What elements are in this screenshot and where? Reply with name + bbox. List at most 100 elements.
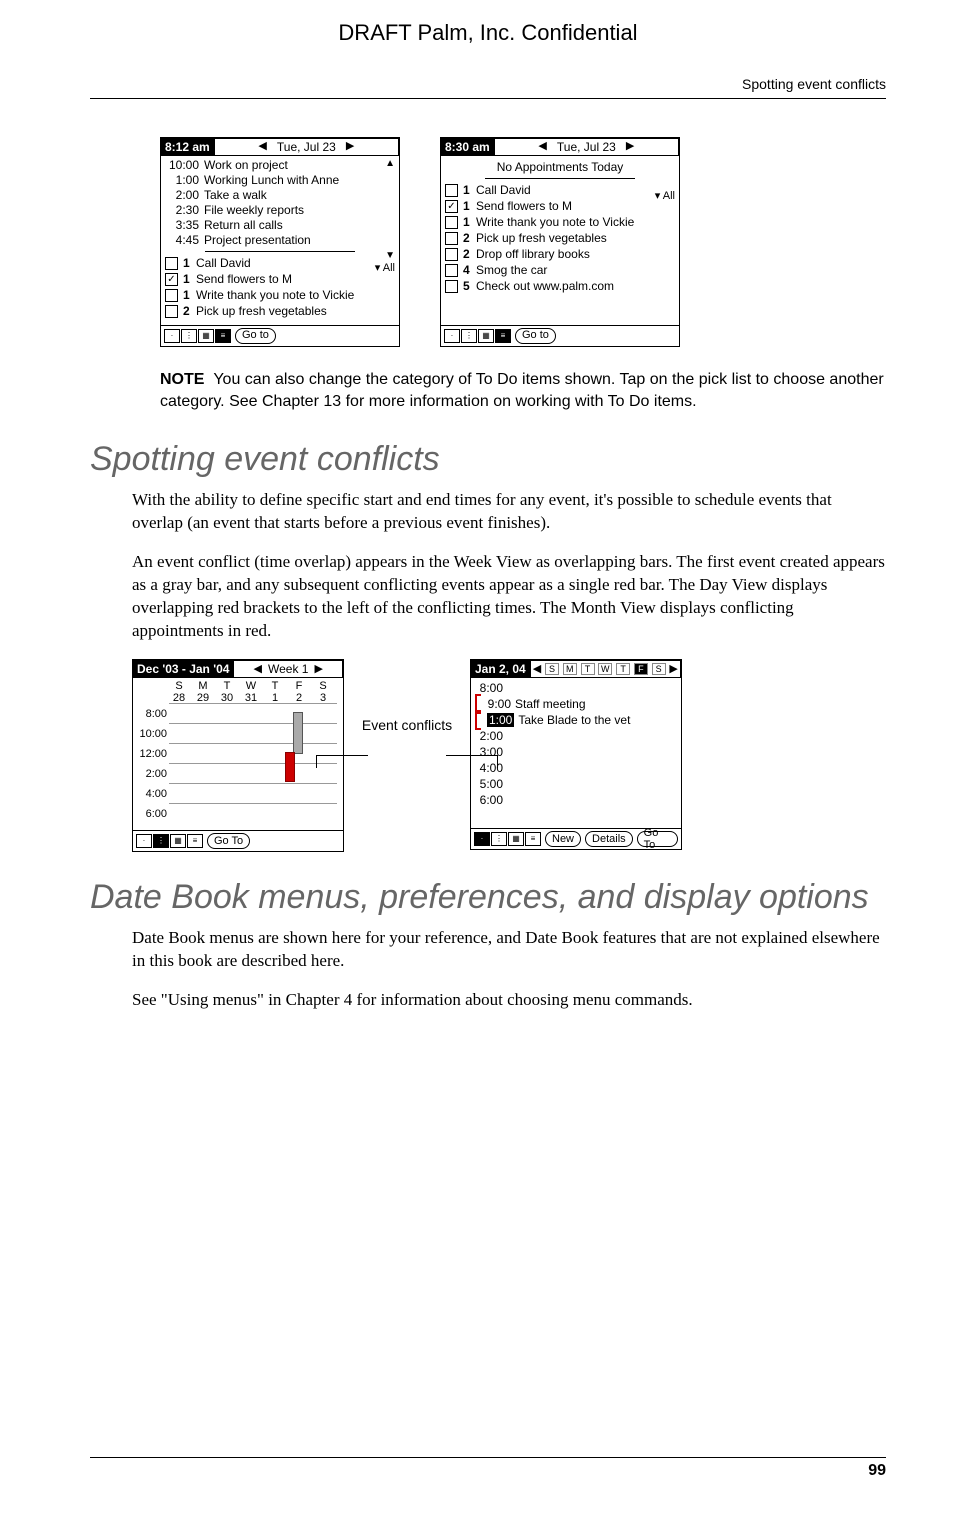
chapter-link[interactable]: Chapter 4 <box>286 990 353 1009</box>
dow-strip[interactable]: ◀ S M T W T F S ▶ <box>530 660 681 678</box>
date-label: 30 <box>215 692 239 704</box>
checkbox-icon[interactable] <box>165 289 178 302</box>
checkbox-icon[interactable] <box>165 305 178 318</box>
day-view-icon[interactable]: · <box>444 329 460 343</box>
dow-button[interactable]: S <box>652 663 666 675</box>
todo-item[interactable]: 2Pick up fresh vegetables <box>445 231 675 246</box>
scroll-up-icon[interactable]: ▲ <box>385 158 395 171</box>
agenda-view-icon[interactable]: ≡ <box>495 329 511 343</box>
current-date: Tue, Jul 23 <box>277 140 336 155</box>
agenda-view-icon[interactable]: ≡ <box>187 834 203 848</box>
week-view-icon[interactable]: ⋮ <box>153 834 169 848</box>
todo-item[interactable]: 1Call David <box>445 183 675 198</box>
date-label: 31 <box>239 692 263 704</box>
month-view-icon[interactable]: ▦ <box>170 834 186 848</box>
category-picker[interactable]: ▾ All <box>655 190 675 204</box>
week-view-icon[interactable]: ⋮ <box>181 329 197 343</box>
appt-time: 2:30 <box>165 203 199 218</box>
todo-item[interactable]: ✓1Send flowers to M <box>165 272 395 287</box>
appt-text[interactable]: Work on project <box>204 158 288 173</box>
priority: 1 <box>183 272 191 287</box>
next-day-icon[interactable]: ▶ <box>346 140 354 154</box>
checkbox-icon[interactable] <box>445 248 458 261</box>
month-view-icon[interactable]: ▦ <box>198 329 214 343</box>
appt-time: 4:45 <box>165 233 199 248</box>
month-view-icon[interactable]: ▦ <box>508 832 524 846</box>
day-view-icon[interactable]: · <box>136 834 152 848</box>
checkbox-icon[interactable] <box>445 184 458 197</box>
todo-item[interactable]: 4Smog the car <box>445 263 675 278</box>
view-switcher[interactable]: · ⋮ ▦ ≡ <box>136 834 203 848</box>
goto-button[interactable]: Go To <box>207 833 250 849</box>
day-view-icon[interactable]: · <box>474 832 490 846</box>
checkbox-icon[interactable] <box>445 264 458 277</box>
dow-button[interactable]: M <box>563 663 577 675</box>
prev-week-icon[interactable]: ◀ <box>254 662 262 675</box>
checkbox-icon[interactable] <box>445 280 458 293</box>
view-switcher[interactable]: · ⋮ ▦ ≡ <box>444 329 511 343</box>
new-button[interactable]: New <box>545 831 581 847</box>
priority: 2 <box>463 247 471 262</box>
appt-time: 1:00 <box>165 173 199 188</box>
clock-time: 8:30 am <box>441 140 494 155</box>
date-picker[interactable]: ◀ Tue, Jul 23 ▶ <box>214 138 399 156</box>
dow-button[interactable]: S <box>545 663 559 675</box>
goto-button[interactable]: Go to <box>235 328 276 344</box>
appt-text[interactable]: Return all calls <box>204 218 283 233</box>
month-view-icon[interactable]: ▦ <box>478 329 494 343</box>
date-label: 28 <box>167 692 191 704</box>
next-week-icon[interactable]: ▶ <box>314 662 322 675</box>
week-view-icon[interactable]: ⋮ <box>461 329 477 343</box>
appt-text[interactable]: Take a walk <box>204 188 267 203</box>
day-view-icon[interactable]: · <box>164 329 180 343</box>
date-label: 29 <box>191 692 215 704</box>
dow-button[interactable]: T <box>616 663 630 675</box>
view-switcher[interactable]: · ⋮ ▦ ≡ <box>164 329 231 343</box>
view-switcher[interactable]: · ⋮ ▦ ≡ <box>474 832 541 846</box>
appt-text[interactable]: Project presentation <box>204 233 311 248</box>
day-date-label: Jan 2, 04 <box>471 662 530 676</box>
agenda-view-icon[interactable]: ≡ <box>525 832 541 846</box>
using-menus-link[interactable]: "Using menus" <box>161 990 264 1009</box>
todo-item[interactable]: 2Pick up fresh vegetables <box>165 304 395 319</box>
priority: 1 <box>183 256 191 271</box>
appt-text[interactable]: File weekly reports <box>204 203 304 218</box>
date-picker[interactable]: ◀ Tue, Jul 23 ▶ <box>494 138 679 156</box>
todo-item[interactable]: 2Drop off library books <box>445 247 675 262</box>
dow-button[interactable]: T <box>581 663 595 675</box>
appt-text[interactable]: Working Lunch with Anne <box>204 173 339 188</box>
event-text[interactable]: Take Blade to the vet <box>518 713 630 727</box>
todo-item[interactable]: 1Call David <box>165 256 395 271</box>
event-bar-gray[interactable] <box>293 712 303 754</box>
details-button[interactable]: Details <box>585 831 633 847</box>
next-icon[interactable]: ▶ <box>669 662 677 675</box>
todo-text: Smog the car <box>476 263 547 278</box>
prev-icon[interactable]: ◀ <box>533 662 541 675</box>
todo-item[interactable]: ✓1Send flowers to M <box>445 199 675 214</box>
chapter-link[interactable]: Chapter 13 <box>262 393 341 410</box>
prev-day-icon[interactable]: ◀ <box>538 140 546 154</box>
dow-button[interactable]: F <box>634 663 648 675</box>
checkbox-icon[interactable] <box>445 216 458 229</box>
next-day-icon[interactable]: ▶ <box>626 140 634 154</box>
checkbox-icon[interactable] <box>165 257 178 270</box>
agenda-screen-no-appts: 8:30 am ◀ Tue, Jul 23 ▶ No Appointments … <box>440 137 680 347</box>
goto-button[interactable]: Go To <box>637 831 678 847</box>
goto-button[interactable]: Go to <box>515 328 556 344</box>
checkbox-checked-icon[interactable]: ✓ <box>165 273 178 286</box>
week-view-icon[interactable]: ⋮ <box>491 832 507 846</box>
body-paragraph: With the ability to define specific star… <box>132 489 886 535</box>
todo-item[interactable]: 5Check out www.palm.com <box>445 279 675 294</box>
todo-item[interactable]: 1Write thank you note to Vickie <box>445 215 675 230</box>
category-picker[interactable]: ▾ All <box>375 262 395 276</box>
todo-item[interactable]: 1Write thank you note to Vickie <box>165 288 395 303</box>
checkbox-checked-icon[interactable]: ✓ <box>445 200 458 213</box>
prev-day-icon[interactable]: ◀ <box>258 140 266 154</box>
event-text[interactable]: Staff meeting <box>515 697 586 711</box>
agenda-view-icon[interactable]: ≡ <box>215 329 231 343</box>
event-bar-red[interactable] <box>285 752 295 782</box>
scroll-down-icon[interactable]: ▼ <box>385 250 395 263</box>
checkbox-icon[interactable] <box>445 232 458 245</box>
week-nav[interactable]: ◀ Week 1 ▶ <box>233 660 343 678</box>
dow-button[interactable]: W <box>598 663 612 675</box>
